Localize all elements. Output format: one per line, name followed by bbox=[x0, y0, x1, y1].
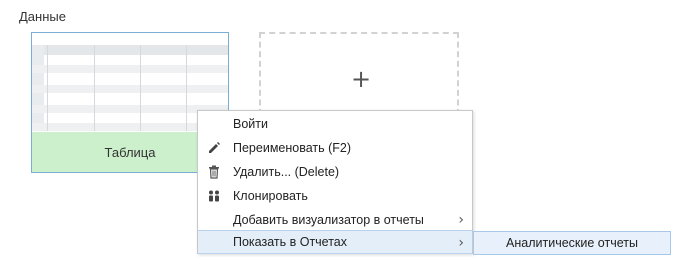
menu-item-label: Показать в Отчетах bbox=[233, 235, 348, 249]
preview-col-line bbox=[140, 45, 141, 131]
preview-stripe bbox=[32, 65, 228, 73]
chevron-right-icon: › bbox=[458, 212, 464, 228]
menu-item-add-visualizer[interactable]: Добавить визуализатор в отчеты › bbox=[198, 208, 472, 232]
clone-icon bbox=[206, 188, 222, 204]
menu-item-show-in-reports[interactable]: Показать в Отчетах › bbox=[198, 230, 472, 254]
preview-col-line bbox=[186, 45, 187, 131]
submenu-item-analytic-reports[interactable]: Аналитические отчеты bbox=[474, 232, 670, 254]
menu-item-rename[interactable]: Переименовать (F2) bbox=[198, 136, 472, 160]
preview-col-line bbox=[47, 45, 48, 131]
menu-item-label: Клонировать bbox=[233, 189, 308, 203]
menu-item-label: Переименовать (F2) bbox=[233, 141, 352, 155]
plus-icon[interactable]: + bbox=[351, 67, 371, 91]
menu-item-label: Добавить визуализатор в отчеты bbox=[233, 213, 424, 227]
pencil-icon bbox=[206, 140, 222, 156]
chevron-right-icon: › bbox=[458, 235, 464, 251]
menu-item-delete[interactable]: Удалить... (Delete) bbox=[198, 160, 472, 184]
context-menu: Войти Переименовать (F2) Удалить... (Del… bbox=[197, 110, 473, 254]
preview-stripe bbox=[32, 85, 228, 93]
menu-item-enter[interactable]: Войти bbox=[198, 112, 472, 136]
preview-col-line bbox=[94, 45, 95, 131]
menu-item-label: Удалить... (Delete) bbox=[233, 165, 340, 179]
menu-item-label: Войти bbox=[233, 117, 268, 131]
preview-header-row bbox=[32, 45, 228, 55]
submenu-reports: Аналитические отчеты bbox=[473, 231, 671, 255]
trash-icon bbox=[206, 164, 222, 180]
section-title: Данные bbox=[19, 9, 66, 24]
menu-item-clone[interactable]: Клонировать bbox=[198, 184, 472, 208]
